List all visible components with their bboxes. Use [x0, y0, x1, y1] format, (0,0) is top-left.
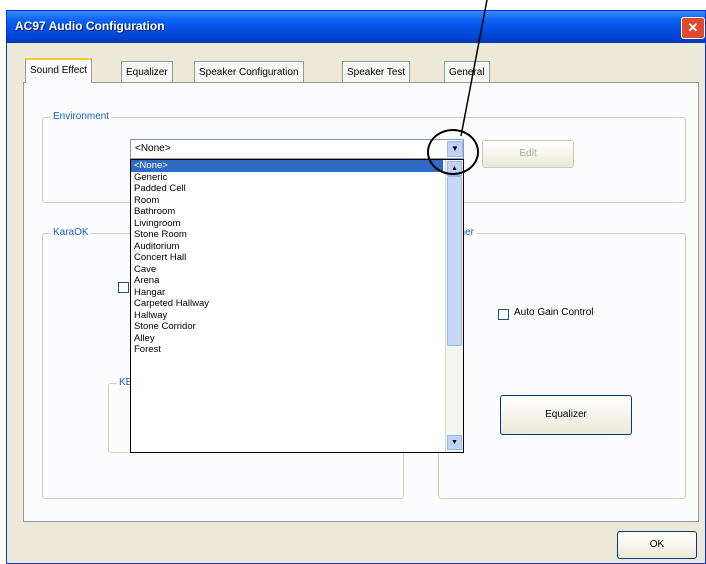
callout-pointer-line — [460, 0, 488, 137]
callout-circle — [427, 129, 479, 175]
